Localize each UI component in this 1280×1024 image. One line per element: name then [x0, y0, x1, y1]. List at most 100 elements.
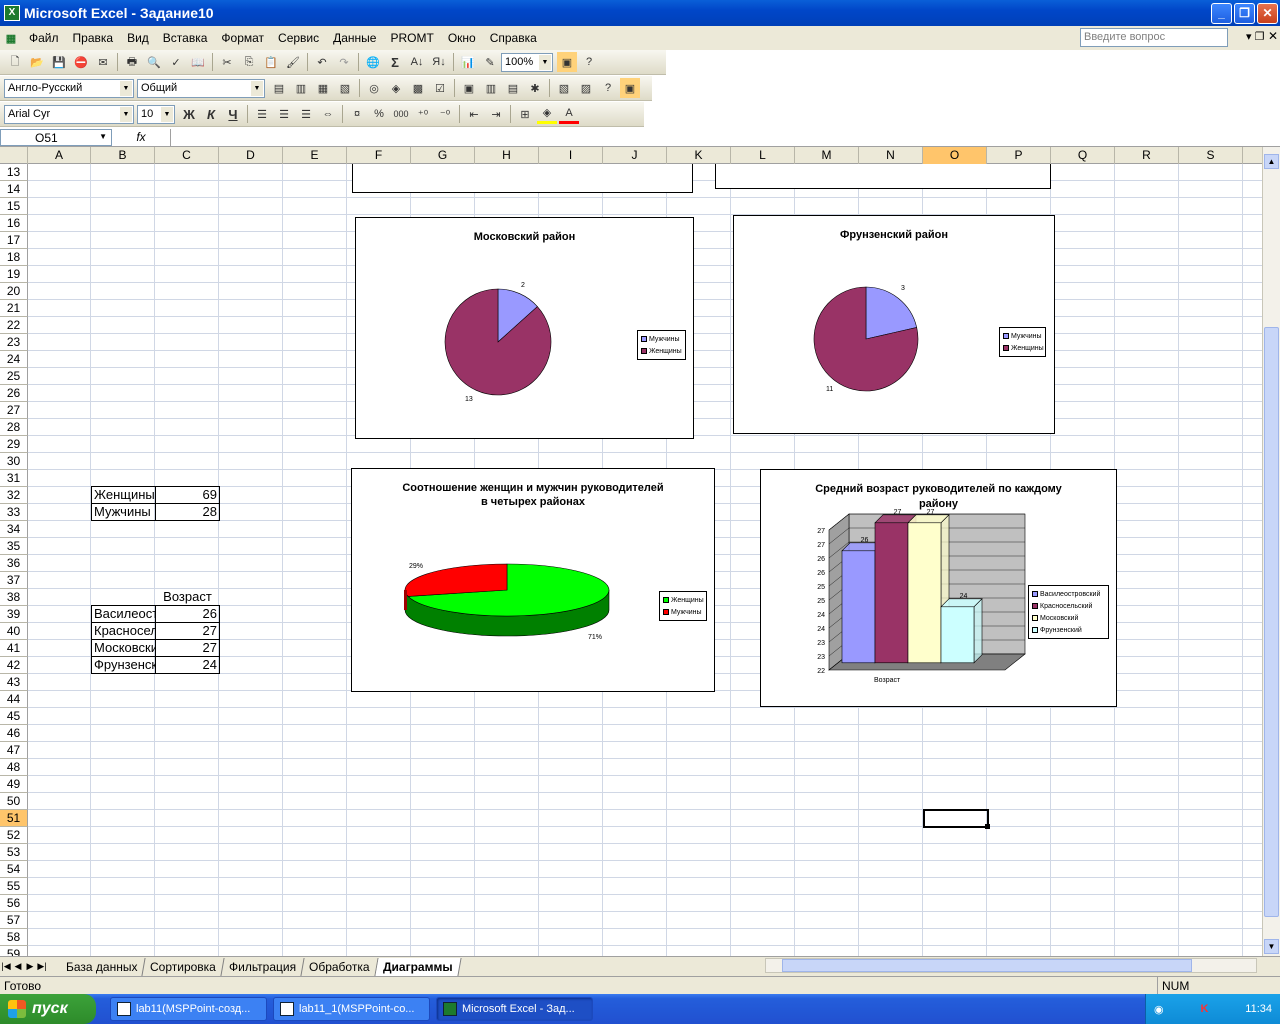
- row-header-45[interactable]: 45: [0, 708, 28, 725]
- cell-c32[interactable]: 69: [156, 487, 219, 504]
- minimize-button[interactable]: _: [1211, 3, 1232, 24]
- row-header-46[interactable]: 46: [0, 725, 28, 742]
- promt-tool4-icon[interactable]: ✱: [525, 78, 545, 98]
- column-header-p[interactable]: P: [987, 147, 1051, 164]
- row-header-59[interactable]: 59: [0, 946, 28, 956]
- tray-network-icon[interactable]: ◉: [1154, 1003, 1164, 1016]
- translate-comment-icon[interactable]: ▧: [335, 78, 355, 98]
- cell-c33[interactable]: 28: [156, 504, 219, 521]
- cell-c41[interactable]: 27: [156, 640, 219, 657]
- chart-partial-right[interactable]: [715, 164, 1051, 189]
- open-icon[interactable]: 📂: [27, 52, 47, 72]
- chart-frunzensky[interactable]: Фрунзенский район Мужчины Женщины 3 11: [733, 215, 1055, 434]
- fill-handle[interactable]: [985, 824, 990, 829]
- cell-b41[interactable]: Московский: [92, 640, 155, 657]
- row-header-26[interactable]: 26: [0, 385, 28, 402]
- spelling-icon[interactable]: ✓: [166, 52, 186, 72]
- translation-direction-select[interactable]: Англо-Русский ▼: [4, 78, 134, 98]
- font-size-select[interactable]: 10 ▼: [137, 104, 175, 124]
- start-button[interactable]: пуск: [0, 994, 96, 1024]
- align-center-icon[interactable]: ☰: [274, 104, 294, 124]
- promt-help-icon[interactable]: ?: [598, 78, 618, 98]
- row-header-14[interactable]: 14: [0, 181, 28, 198]
- borders-icon[interactable]: ⊞: [515, 104, 535, 124]
- row-header-55[interactable]: 55: [0, 878, 28, 895]
- number-format-select[interactable]: Общий ▼: [137, 78, 265, 98]
- promt-tool5-icon[interactable]: ▧: [554, 78, 574, 98]
- help-icon[interactable]: ?: [579, 52, 599, 72]
- permission-icon[interactable]: ⛔: [71, 52, 91, 72]
- row-header-27[interactable]: 27: [0, 402, 28, 419]
- decrease-indent-icon[interactable]: ⇤: [464, 104, 484, 124]
- row-header-56[interactable]: 56: [0, 895, 28, 912]
- increase-decimal-icon[interactable]: ⁺⁰: [413, 104, 433, 124]
- row-header-19[interactable]: 19: [0, 266, 28, 283]
- column-header-m[interactable]: M: [795, 147, 859, 164]
- font-color-icon[interactable]: A: [559, 104, 579, 124]
- column-header-j[interactable]: J: [603, 147, 667, 164]
- row-header-52[interactable]: 52: [0, 827, 28, 844]
- task-button-excel[interactable]: Microsoft Excel - Зад...: [436, 997, 593, 1021]
- doc-restore-icon[interactable]: ▾ ❐: [1246, 30, 1264, 43]
- sheet-tab-filtering[interactable]: Фильтрация: [221, 957, 305, 976]
- underline-button[interactable]: Ч: [223, 104, 243, 124]
- next-sheet-icon[interactable]: ▶: [24, 961, 36, 972]
- workbook-icon[interactable]: ▦: [1, 28, 21, 48]
- column-header-i[interactable]: I: [539, 147, 603, 164]
- column-header-r[interactable]: R: [1115, 147, 1179, 164]
- cell-b39[interactable]: Василеостровский: [92, 606, 155, 623]
- cell-b42[interactable]: Фрунзенский: [92, 657, 155, 674]
- column-header-f[interactable]: F: [347, 147, 411, 164]
- row-header-47[interactable]: 47: [0, 742, 28, 759]
- fill-color-icon[interactable]: ◈: [537, 104, 557, 124]
- row-header-39[interactable]: 39: [0, 606, 28, 623]
- promt-tool1-icon[interactable]: ▣: [459, 78, 479, 98]
- first-sheet-icon[interactable]: |◀: [0, 961, 12, 972]
- prev-sheet-icon[interactable]: ◀: [12, 961, 24, 972]
- doc-close-icon[interactable]: ✕: [1268, 29, 1278, 43]
- promt-check-icon[interactable]: ☑: [430, 78, 450, 98]
- row-header-30[interactable]: 30: [0, 453, 28, 470]
- column-header-s[interactable]: S: [1179, 147, 1243, 164]
- menu-promt[interactable]: PROMT: [383, 31, 440, 45]
- column-header-b[interactable]: B: [91, 147, 155, 164]
- italic-button[interactable]: К: [201, 104, 221, 124]
- column-header-k[interactable]: K: [667, 147, 731, 164]
- cell-c38[interactable]: Возраст: [156, 589, 219, 606]
- row-header-50[interactable]: 50: [0, 793, 28, 810]
- save-icon[interactable]: 💾: [49, 52, 69, 72]
- print-icon[interactable]: 🖶: [122, 52, 142, 72]
- translate-cell-icon[interactable]: ▦: [313, 78, 333, 98]
- promt-tool2-icon[interactable]: ▥: [481, 78, 501, 98]
- row-header-22[interactable]: 22: [0, 317, 28, 334]
- sort-desc-icon[interactable]: Я↓: [429, 52, 449, 72]
- select-all-corner[interactable]: [0, 147, 28, 164]
- row-header-17[interactable]: 17: [0, 232, 28, 249]
- row-header-38[interactable]: 38: [0, 589, 28, 606]
- cut-icon[interactable]: ✂: [217, 52, 237, 72]
- currency-icon[interactable]: ¤: [347, 104, 367, 124]
- autosum-icon[interactable]: Σ: [385, 52, 405, 72]
- copy-icon[interactable]: ⎘: [239, 52, 259, 72]
- formula-input[interactable]: [170, 128, 1280, 146]
- chart-gender-ratio[interactable]: Соотношение женщин и мужчин руководителе…: [351, 468, 715, 692]
- row-header-34[interactable]: 34: [0, 521, 28, 538]
- task-button-word1[interactable]: lab11(MSPPoint-созд...: [110, 997, 267, 1021]
- thousands-button[interactable]: 000: [391, 104, 411, 124]
- increase-indent-icon[interactable]: ⇥: [486, 104, 506, 124]
- scroll-thumb[interactable]: [782, 959, 1192, 972]
- scroll-thumb[interactable]: [1264, 327, 1279, 917]
- row-header-29[interactable]: 29: [0, 436, 28, 453]
- maximize-button[interactable]: ❐: [1234, 3, 1255, 24]
- menu-window[interactable]: Окно: [441, 31, 483, 45]
- row-header-32[interactable]: 32: [0, 487, 28, 504]
- promt-profile-icon[interactable]: ▩: [408, 78, 428, 98]
- toolbar-options-icon[interactable]: ▣: [557, 52, 577, 72]
- column-header-a[interactable]: A: [28, 147, 91, 164]
- vertical-scrollbar[interactable]: ▲ ▼: [1262, 147, 1280, 956]
- chart-wizard-icon[interactable]: 📊: [458, 52, 478, 72]
- bold-button[interactable]: Ж: [179, 104, 199, 124]
- row-header-35[interactable]: 35: [0, 538, 28, 555]
- row-header-42[interactable]: 42: [0, 657, 28, 674]
- row-header-51[interactable]: 51: [0, 810, 28, 827]
